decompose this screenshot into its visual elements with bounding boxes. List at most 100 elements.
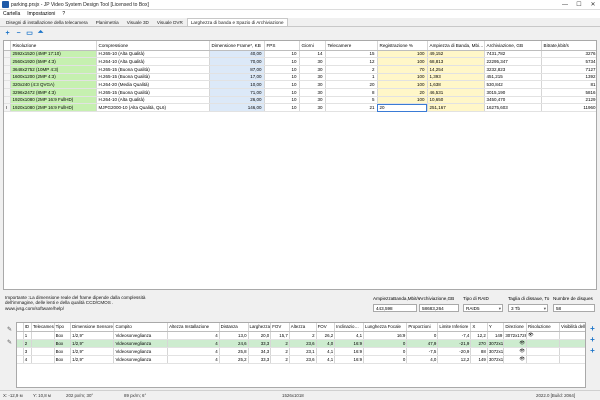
column-header[interactable]: Distanza <box>219 323 249 332</box>
table-cell[interactable]: 30 <box>299 73 326 82</box>
table-cell[interactable]: 49,152 <box>427 50 485 59</box>
column-header[interactable]: Altezza <box>289 323 317 332</box>
visibility-eye-icon[interactable] <box>559 347 585 356</box>
table-cell[interactable]: 100 <box>377 80 428 89</box>
table-cell[interactable]: 47,9 <box>406 339 439 348</box>
add-icon[interactable]: + <box>3 29 12 37</box>
table-row[interactable]: 2560x1920 (5MP 4:3) H.264-10 (Alta Qualit… <box>4 57 596 66</box>
table-cell[interactable]: 100 <box>377 57 428 66</box>
column-header[interactable]: FOV <box>270 323 290 332</box>
column-header[interactable]: FOV <box>316 323 336 332</box>
table-row[interactable]: I 1920x1080 (2MP 16:9 FullHD) MJPG2000-10 … <box>4 103 596 112</box>
table-cell[interactable]: 3232,823 <box>484 65 542 74</box>
table-cell[interactable]: 23,6 <box>289 339 317 348</box>
table-cell[interactable] <box>31 339 55 348</box>
table-cell[interactable]: 5734 <box>541 57 596 66</box>
table-cell[interactable]: 33,3 <box>248 355 272 364</box>
column-header[interactable]: ID <box>23 323 32 332</box>
table-cell[interactable]: Box <box>54 347 72 356</box>
table-cell[interactable]: 4 <box>167 331 220 340</box>
table-cell[interactable]: 13,0 <box>219 331 249 340</box>
table-cell[interactable]: Box <box>54 355 72 364</box>
table-cell[interactable]: 33,3 <box>248 339 272 348</box>
table-cell[interactable]: 21 <box>325 103 378 112</box>
table-row[interactable]: 1 Box 1/2,9" Videosorveglianza 4 13,0 20,0 15,7… <box>17 331 585 340</box>
minimize-button[interactable]: — <box>558 0 572 10</box>
table-row[interactable]: 4 Box 1/2,9" Videosorveglianza 4 25,2 33,3 2 23,… <box>17 355 585 364</box>
table-cell[interactable]: 12 <box>325 57 378 66</box>
table-cell[interactable]: -21,9 <box>437 339 472 348</box>
table-cell[interactable]: 16:9 <box>334 339 365 348</box>
table-row[interactable]: 1600x1200 (2MP 4:3) H.265-15 (Buona Quali… <box>4 73 596 82</box>
maximize-button[interactable]: ☐ <box>572 0 586 10</box>
table-cell[interactable]: 1 <box>23 331 32 340</box>
column-header[interactable]: Altezza Installazione <box>167 323 220 332</box>
view-icon[interactable]: ▭ <box>25 29 34 37</box>
table-cell[interactable]: 26,00 <box>209 96 265 105</box>
table-cell[interactable]: 11960 <box>541 103 596 112</box>
table-cell[interactable]: Box <box>54 331 72 340</box>
table-cell[interactable]: 10 <box>264 73 300 82</box>
column-header[interactable]: Bitrate,kbit/s <box>541 41 596 51</box>
table-cell[interactable]: 5 <box>325 96 378 105</box>
table-row[interactable]: 1920x1080 (2MP 16:9 FullHD) H.264-10 (Alt… <box>4 96 596 105</box>
tab-planimetria[interactable]: Planimetria <box>92 18 123 26</box>
table-cell[interactable]: 3648x2752 (10MP 4:3) <box>10 65 97 74</box>
table-cell[interactable]: 0 <box>406 331 439 340</box>
table-cell[interactable]: 4,0 <box>316 339 336 348</box>
add-camera-group-icon[interactable]: + <box>588 346 597 355</box>
table-cell[interactable]: 7127 <box>541 65 596 74</box>
table-cell[interactable]: 10 <box>264 50 300 59</box>
table-cell[interactable]: 20,0 <box>248 331 272 340</box>
table-cell[interactable]: Videosorveglianza <box>113 339 169 348</box>
table-cell[interactable]: 8 <box>325 88 378 97</box>
table-cell[interactable]: 2 <box>270 355 290 364</box>
column-header[interactable]: Archiviazione, GB <box>484 41 542 51</box>
table-cell[interactable]: 30 <box>299 65 326 74</box>
table-cell[interactable]: 👁 <box>503 347 527 356</box>
table-cell[interactable]: 68,813 <box>427 57 485 66</box>
table-cell[interactable]: 4,1 <box>316 355 336 364</box>
column-header[interactable]: Visibilità della <box>559 323 585 332</box>
column-header[interactable]: Lunghezza Focale <box>363 323 408 332</box>
table-cell[interactable]: 0 <box>363 347 408 356</box>
table-cell[interactable]: 5816 <box>541 88 596 97</box>
table-cell[interactable]: 81 <box>541 80 596 89</box>
table-row[interactable]: 3648x2752 (10MP 4:3) H.265-15 (Buona Qual… <box>4 65 596 74</box>
table-cell[interactable]: 14 <box>299 50 326 59</box>
table-cell[interactable]: 👁 <box>503 355 527 364</box>
table-cell[interactable]: 10 <box>264 80 300 89</box>
table-cell[interactable]: 149 <box>487 331 505 340</box>
table-cell[interactable]: 3015,190 <box>484 88 542 97</box>
table-cell[interactable]: 3276 <box>541 50 596 59</box>
table-cell[interactable]: 7431,782 <box>484 50 542 59</box>
table-cell[interactable]: 25,2 <box>219 355 249 364</box>
table-cell[interactable]: 3296x2472 (8MP 4:3) <box>10 88 97 97</box>
table-cell[interactable]: 4 <box>167 339 220 348</box>
table-cell[interactable]: 146,00 <box>209 103 265 112</box>
table-cell[interactable]: 71,00 <box>209 88 265 97</box>
column-header[interactable]: Telecamera <box>31 323 55 332</box>
table-cell[interactable]: 30 <box>299 103 326 112</box>
table-cell[interactable]: 1,393 <box>427 73 485 82</box>
table-cell[interactable]: 0 <box>363 355 408 364</box>
column-header[interactable]: X <box>470 323 488 332</box>
table-cell[interactable]: Videosorveglianza <box>113 355 169 364</box>
table-cell[interactable]: 2 <box>23 339 32 348</box>
remove-icon[interactable]: − <box>14 29 23 37</box>
table-cell[interactable]: 10 <box>264 96 300 105</box>
column-header[interactable]: Direzione <box>503 323 527 332</box>
add-camera-row-icon[interactable]: + <box>588 335 597 344</box>
column-header[interactable]: Dimensione Frame*, KB <box>209 41 265 51</box>
table-cell[interactable]: 23,1 <box>289 347 317 356</box>
table-cell[interactable]: 4 <box>167 347 220 356</box>
table-cell[interactable]: MJPG2000-10 (Alta Qualità, QL6) <box>96 103 210 112</box>
table-cell[interactable]: 149 <box>470 355 488 364</box>
camera-tool-icon[interactable]: ✎ <box>5 325 14 334</box>
column-header[interactable]: Y <box>487 323 505 332</box>
tab-bandwidth-storage[interactable]: Larghezza di banda e Spazio di Archiviaz… <box>186 18 288 26</box>
table-cell[interactable] <box>31 331 55 340</box>
table-cell[interactable]: Videosorveglianza <box>113 331 169 340</box>
table-cell[interactable]: 30 <box>299 88 326 97</box>
table-cell[interactable]: 451,215 <box>484 73 542 82</box>
